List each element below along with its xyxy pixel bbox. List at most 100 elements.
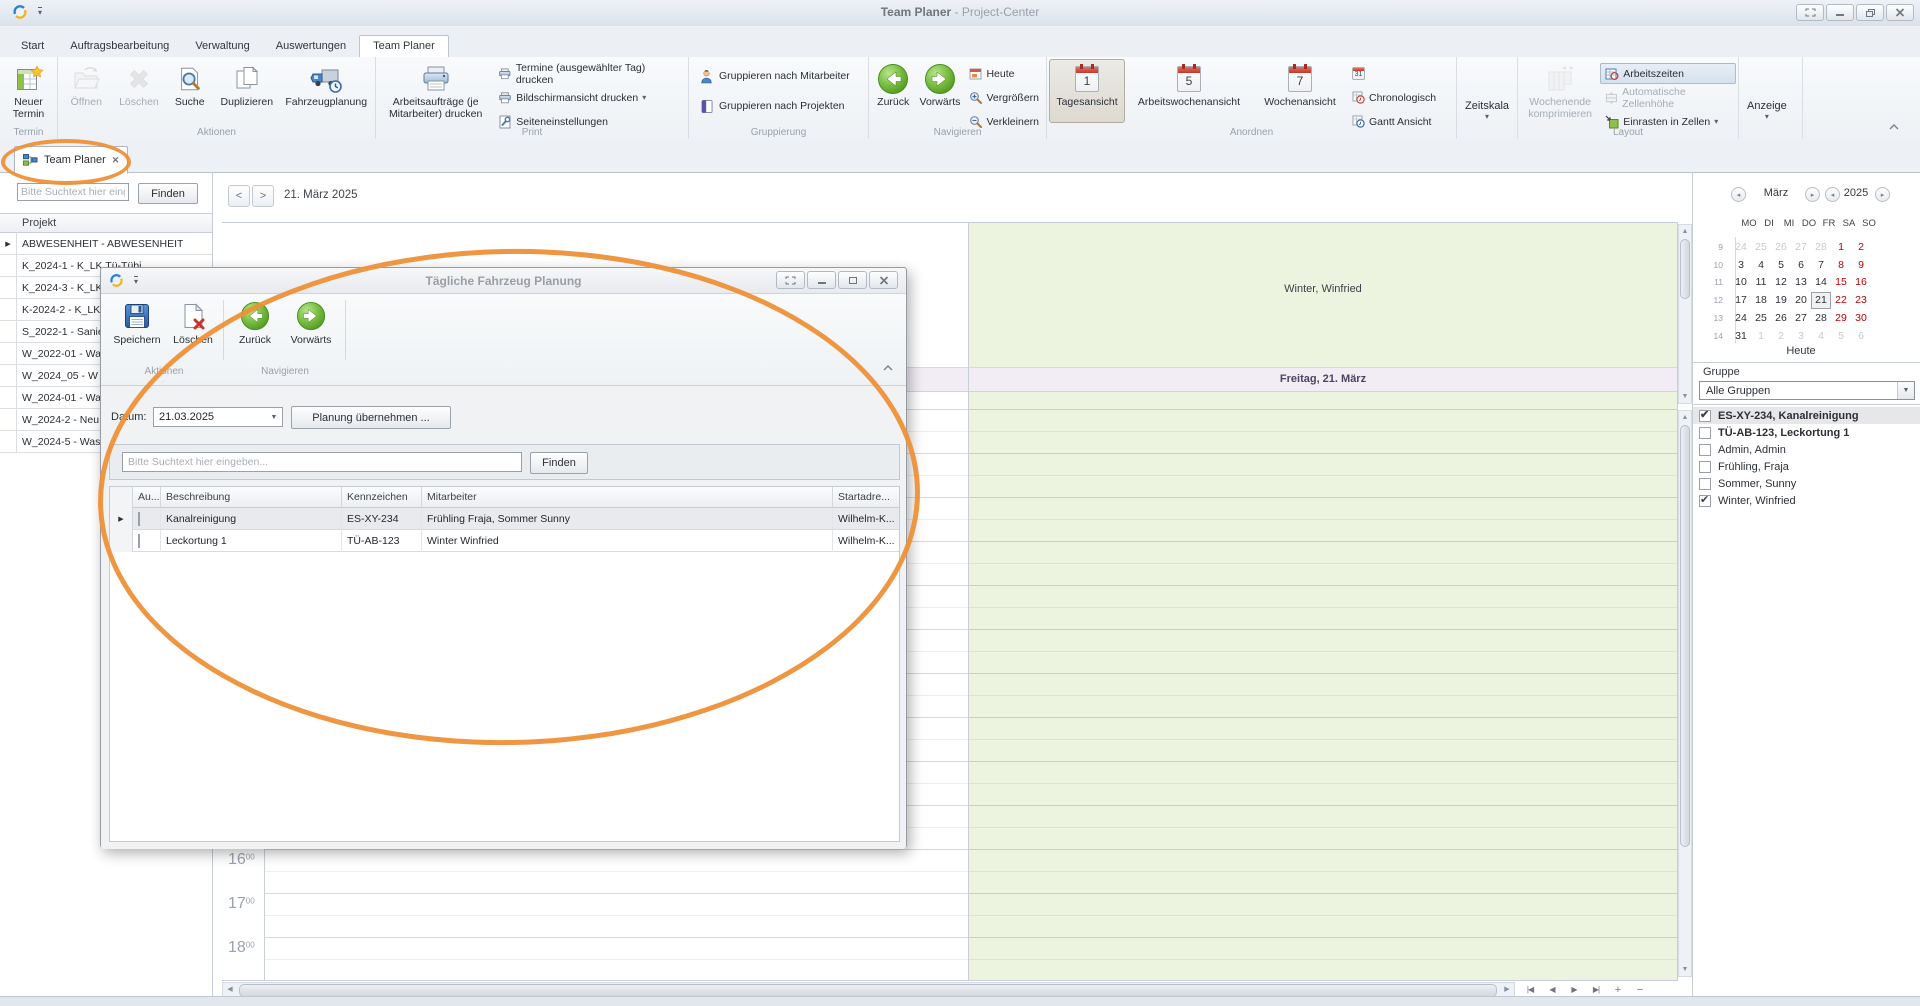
calendar-day[interactable]: 25 [1751,310,1771,327]
calendar-day[interactable]: 5 [1831,328,1851,345]
calendar-day[interactable]: 4 [1811,328,1831,345]
planung-uebernehmen-button[interactable]: Planung übernehmen ... [291,406,451,429]
next-year-button[interactable]: ▸ [1875,187,1890,202]
close-tab-icon[interactable]: ✕ [112,155,120,166]
minimize-button[interactable] [807,271,836,289]
oeffnen-button[interactable]: Öffnen [60,59,113,123]
calendar-day[interactable]: 27 [1791,310,1811,327]
resource-list-item[interactable]: Frühling, Fraja [1693,458,1920,475]
wochenansicht-button[interactable]: 7 Wochenansicht [1253,59,1347,123]
next-month-button[interactable]: ▸ [1805,187,1820,202]
project-row[interactable]: ▶ABWESENHEIT - ABWESENHEIT [0,233,212,255]
calendar-day[interactable]: 23 [1851,292,1871,309]
calendar-day[interactable]: 15 [1831,274,1851,291]
calendar-day[interactable]: 9 [1851,257,1871,274]
project-column-header[interactable]: Projekt [0,213,212,233]
arbeitsauftraege-drucken-button[interactable]: Arbeitsaufträge (je Mitarbeiter) drucken [378,59,493,123]
scroll-right-icon[interactable]: ▶ [1500,983,1514,996]
collapse-ribbon-button[interactable] [1884,119,1904,134]
restore-button[interactable] [1856,4,1884,21]
dialog-titlebar[interactable]: ▾ Tägliche Fahrzeug Planung [101,268,906,294]
ribbon-tab-auftragsbearbeitung[interactable]: Auftragsbearbeitung [57,36,182,57]
zeitskala-button[interactable]: Zeitskala ▾ [1459,59,1515,121]
previous-month-button[interactable]: ◂ [1731,187,1746,202]
column-header-beschreibung[interactable]: Beschreibung [161,487,342,508]
fahrzeugplanung-button[interactable]: Fahrzeugplanung [279,59,373,123]
column-header-au[interactable]: Au... [133,487,161,508]
calendar-day[interactable]: 13 [1791,274,1811,291]
scroll-down-icon[interactable]: ▼ [1679,963,1691,976]
suche-button[interactable]: Suche [165,59,214,123]
header-vertical-scrollbar[interactable]: ▲ ▼ [1678,224,1692,404]
calendar-day[interactable]: 3 [1731,257,1751,274]
ribbon-tab-team-planer[interactable]: Team Planer [359,35,449,57]
wochenende-komprimieren-button[interactable]: Wochenende komprimieren [1520,59,1600,123]
scroll-left-icon[interactable]: ◀ [223,983,237,996]
gruppe-dropdown[interactable]: Alle Gruppen ▼ [1699,381,1915,400]
project-search-input[interactable] [17,183,129,201]
next-day-button[interactable]: > [252,185,274,207]
calendar-day[interactable]: 2 [1771,328,1791,345]
column-header-startadresse[interactable]: Startadre... [833,487,899,508]
loeschen-button[interactable]: Löschen [113,59,166,123]
calendar-day[interactable]: 21 [1811,292,1831,309]
calendar-day[interactable]: 28 [1811,239,1831,256]
tagesansicht-button[interactable]: 1 Tagesansicht [1049,59,1125,123]
day-column-winter-winfried[interactable] [968,392,1678,980]
dropdown-arrow-icon[interactable]: ▼ [1897,382,1914,399]
heute-button[interactable]: Heute [1693,345,1909,357]
heute-button[interactable]: Heute [964,63,1044,84]
calendar-day[interactable]: 27 [1791,239,1811,256]
delete-record-button[interactable]: − [1632,983,1648,997]
calendar-day[interactable]: 24 [1731,310,1751,327]
zurueck-button[interactable]: Zurück [871,59,915,123]
calendar-day[interactable]: 31 [1731,328,1751,345]
arbeitszeiten-toggle[interactable]: Arbeitszeiten [1600,63,1736,84]
ribbon-tab-verwaltung[interactable]: Verwaltung [182,36,262,57]
calendar-day[interactable]: 18 [1751,292,1771,309]
row-checkbox[interactable] [138,534,140,548]
resource-list-item[interactable]: Admin, Admin [1693,441,1920,458]
resource-list-item[interactable]: TÜ-AB-123, Leckortung 1 [1693,424,1920,441]
resource-checkbox[interactable] [1699,444,1711,456]
project-finden-button[interactable]: Finden [138,183,198,204]
previous-day-button[interactable]: < [228,185,250,207]
calendar-day[interactable]: 30 [1851,310,1871,327]
calendar-day[interactable]: 16 [1851,274,1871,291]
monatsansicht-button[interactable]: 31 [1347,63,1441,84]
loeschen-button[interactable]: Löschen [167,298,219,360]
scrollbar-thumb[interactable] [1680,425,1690,847]
gruppieren-nach-mitarbeiter-button[interactable]: Gruppieren nach Mitarbeiter [695,65,868,87]
resource-list-item[interactable]: Winter, Winfried [1693,492,1920,509]
fullscreen-button[interactable] [1796,4,1824,21]
resource-checkbox[interactable] [1699,478,1711,490]
main-vertical-scrollbar[interactable]: ▲ ▼ [1678,410,1692,977]
vehicle-plan-row[interactable]: Leckortung 1TÜ-AB-123Winter WinfriedWilh… [110,530,899,552]
calendar-day[interactable]: 24 [1731,239,1751,256]
resource-list-item[interactable]: ES-XY-234, Kanalreinigung [1693,407,1920,424]
duplizieren-button[interactable]: Duplizieren [214,59,279,123]
calendar-day[interactable]: 7 [1811,257,1831,274]
vorwaerts-button[interactable]: Vorwärts [915,59,964,123]
scroll-up-icon[interactable]: ▲ [1679,411,1691,424]
arbeitswochenansicht-button[interactable]: 5 Arbeitswochenansicht [1125,59,1253,123]
fullscreen-button[interactable] [776,271,805,289]
previous-year-button[interactable]: ◂ [1825,187,1840,202]
calendar-day[interactable]: 5 [1771,257,1791,274]
ribbon-tab-start[interactable]: Start [8,36,57,57]
collapse-toolbar-button[interactable] [878,360,898,375]
close-button[interactable] [869,271,898,289]
calendar-day[interactable]: 8 [1831,257,1851,274]
calendar-day[interactable]: 14 [1811,274,1831,291]
calendar-day[interactable]: 12 [1771,274,1791,291]
scroll-down-icon[interactable]: ▼ [1679,390,1691,403]
datum-combobox[interactable]: ▼ [153,407,283,427]
calendar-day[interactable]: 3 [1791,328,1811,345]
resource-checkbox[interactable] [1699,427,1711,439]
calendar-day[interactable]: 6 [1791,257,1811,274]
vorwaerts-button[interactable]: Vorwärts [283,298,339,360]
resource-checkbox[interactable] [1699,410,1711,422]
calendar-day[interactable]: 1 [1831,239,1851,256]
first-record-button[interactable]: |◀ [1522,983,1538,997]
calendar-day[interactable]: 2 [1851,239,1871,256]
